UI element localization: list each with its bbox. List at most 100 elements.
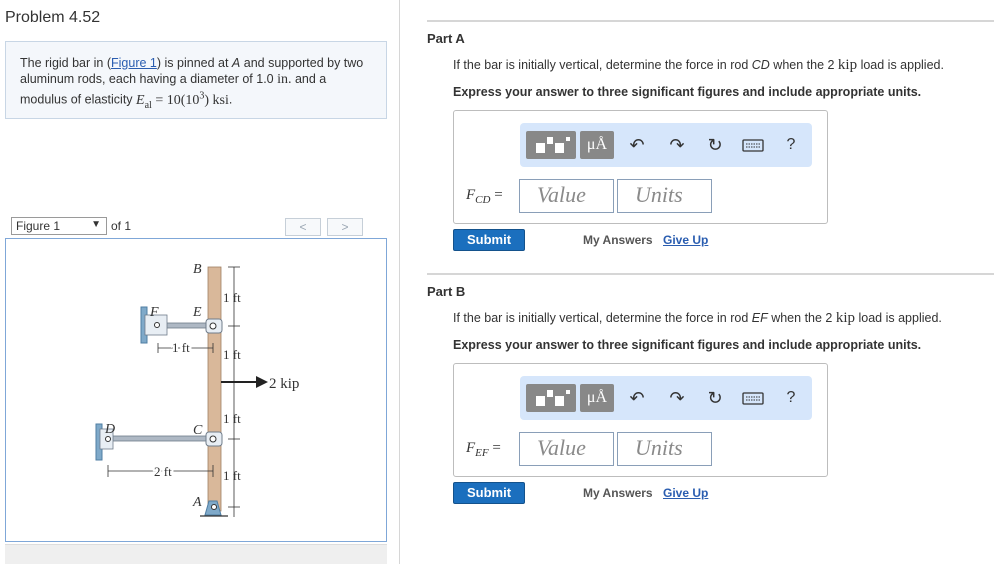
redo-icon[interactable]: ↷ (666, 387, 688, 409)
units-button[interactable]: μÅ (580, 384, 614, 412)
part-a-title[interactable]: Part A (427, 31, 465, 46)
unit-ksi: ksi (209, 92, 229, 108)
templates-icon (536, 390, 570, 406)
figure-navigation: Figure 1 ▼ of 1 < > (5, 216, 387, 238)
label-f: F (149, 305, 159, 320)
load-label: 2 kip (269, 376, 299, 392)
units-button[interactable]: μÅ (580, 131, 614, 159)
figure-count: of 1 (111, 219, 132, 233)
math-toolbar: μÅ ↶ ↷ ↻ ? (520, 376, 812, 420)
var-sub: CD (475, 194, 491, 206)
statement-text: . (228, 92, 233, 107)
pin-c (209, 435, 217, 443)
statement-text: ) is pinned at (156, 56, 232, 70)
math-e-sub: al (144, 99, 152, 111)
label-e: E (192, 305, 202, 320)
math-eq: = 10(10 (151, 92, 200, 108)
dim-label-ef: 1 ft (172, 340, 190, 355)
part-b-submit-button[interactable]: Submit (453, 482, 525, 504)
templates-icon (536, 137, 570, 153)
var-eq: = (488, 440, 501, 456)
problem-statement: The rigid bar in (Figure 1) is pinned at… (5, 41, 387, 119)
bar-diagram: B E F C D A 1 ft 1 ft 1 ft 1 ft 1 ft 2 f… (95, 262, 299, 517)
question-text: when the 2 (767, 311, 836, 325)
part-b-answer-box: μÅ ↶ ↷ ↻ ? FEF = Value Units (453, 363, 828, 477)
part-b-variable-label: FEF = (466, 440, 501, 459)
part-b-instruction: Express your answer to three significant… (453, 338, 922, 352)
templates-button[interactable] (526, 384, 576, 412)
templates-button[interactable] (526, 131, 576, 159)
var-sub: EF (475, 447, 489, 459)
redo-icon[interactable]: ↷ (666, 134, 688, 156)
unit-inch: in. (277, 72, 292, 87)
dim-label-load-c: 1 ft (223, 411, 241, 426)
help-icon[interactable]: ? (780, 387, 802, 409)
divider (427, 273, 994, 275)
dim-label-cd: 2 ft (154, 464, 172, 479)
reset-icon[interactable]: ↻ (704, 387, 726, 409)
math-toolbar: μÅ ↶ ↷ ↻ ? (520, 123, 812, 167)
keyboard-icon[interactable] (742, 134, 764, 156)
part-b-my-answers[interactable]: My Answers (583, 486, 653, 500)
undo-icon[interactable]: ↶ (626, 387, 648, 409)
question-text: when the 2 (769, 58, 838, 72)
var-eq: = (490, 187, 503, 203)
undo-icon[interactable]: ↶ (626, 134, 648, 156)
pin-d (105, 436, 111, 442)
figure-footer (5, 544, 387, 564)
dim-label-be: 1 ft (223, 290, 241, 305)
problem-panel: Problem 4.52 The rigid bar in (Figure 1)… (0, 0, 400, 564)
part-b-question: If the bar is initially vertical, determ… (453, 310, 942, 327)
part-a-variable-label: FCD = (466, 187, 503, 206)
dim-label-ca: 1 ft (223, 468, 241, 483)
reset-icon[interactable]: ↻ (704, 134, 726, 156)
divider (427, 20, 994, 22)
pin-a (211, 504, 217, 510)
var-main: F (466, 440, 476, 456)
part-a-my-answers[interactable]: My Answers (583, 233, 653, 247)
label-b: B (193, 262, 202, 277)
figure-link[interactable]: Figure 1 (111, 56, 157, 70)
label-d: D (104, 422, 115, 437)
part-b-value-input[interactable]: Value (519, 432, 614, 466)
rod-name: CD (751, 58, 770, 72)
part-b-title[interactable]: Part B (427, 284, 465, 299)
dropdown-arrow-icon: ▼ (91, 219, 101, 230)
part-a-question: If the bar is initially vertical, determ… (453, 57, 944, 74)
math-e: E (136, 92, 145, 108)
part-b-units-input[interactable]: Units (617, 432, 712, 466)
help-icon[interactable]: ? (780, 134, 802, 156)
question-text: load is applied. (857, 58, 944, 72)
load-arrow-head (256, 376, 268, 388)
part-a-answer-box: μÅ ↶ ↷ ↻ ? FCD = Value Units (453, 110, 828, 224)
unit-kip: kip (835, 310, 856, 326)
figure-select[interactable]: Figure 1 ▼ (11, 217, 107, 235)
statement-text: The rigid bar in ( (20, 56, 112, 70)
part-a-units-input[interactable]: Units (617, 179, 712, 213)
part-a-instruction: Express your answer to three significant… (453, 85, 922, 99)
figure-viewer: B E F C D A 1 ft 1 ft 1 ft 1 ft 1 ft 2 f… (5, 238, 387, 542)
modulus-expression: Eal = 10(103) ksi (136, 90, 229, 111)
prev-figure-button[interactable]: < (285, 218, 321, 236)
next-figure-button[interactable]: > (327, 218, 363, 236)
parts-panel: Part A If the bar is initially vertical,… (400, 0, 994, 564)
part-a-give-up-link[interactable]: Give Up (663, 233, 708, 247)
dim-label-e-load: 1 ft (223, 347, 241, 362)
question-text: If the bar is initially vertical, determ… (453, 311, 752, 325)
label-c: C (193, 423, 203, 438)
pin-f (154, 322, 160, 328)
rod-name: EF (751, 311, 768, 325)
figure-select-value: Figure 1 (16, 219, 61, 233)
pin-e (209, 322, 217, 330)
part-b-give-up-link[interactable]: Give Up (663, 486, 708, 500)
rigid-bar (207, 266, 222, 512)
question-text: load is applied. (855, 311, 942, 325)
part-a-value-input[interactable]: Value (519, 179, 614, 213)
keyboard-icon[interactable] (742, 387, 764, 409)
label-a: A (192, 495, 202, 510)
problem-title: Problem 4.52 (5, 9, 101, 26)
unit-kip: kip (837, 57, 858, 73)
part-a-submit-button[interactable]: Submit (453, 229, 525, 251)
question-text: If the bar is initially vertical, determ… (453, 58, 752, 72)
var-main: F (466, 187, 476, 203)
